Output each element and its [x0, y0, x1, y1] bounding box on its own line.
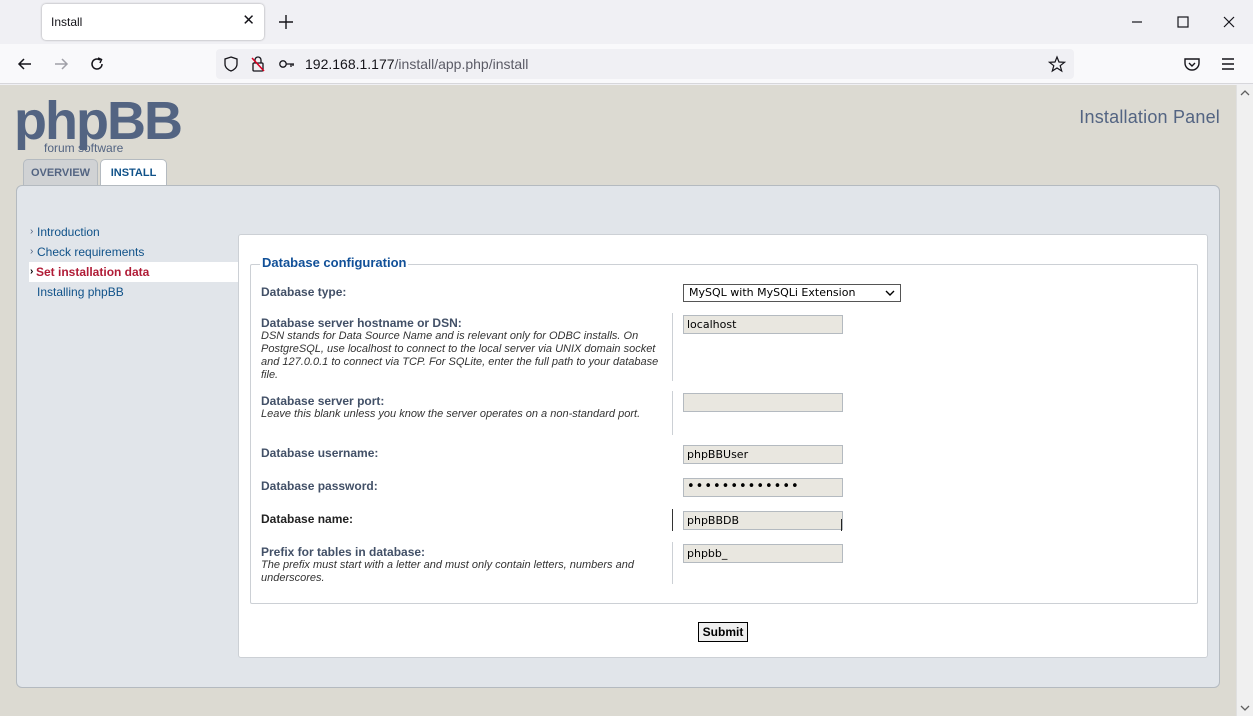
url-host: 192.168.1.177: [305, 56, 395, 72]
scroll-up-icon[interactable]: [1240, 88, 1250, 98]
db-prefix-field-label: Prefix for tables in database: The prefi…: [261, 545, 671, 585]
column-divider: [672, 542, 673, 584]
fieldset-legend: Database configuration: [260, 255, 409, 270]
db-type-label-text: Database type:: [261, 285, 347, 299]
db-user-label: Database username:: [261, 446, 379, 460]
logo-subtext: forum software: [44, 141, 124, 153]
db-password-label: Database password:: [261, 479, 378, 493]
plus-icon[interactable]: [278, 14, 294, 30]
main-panel: › Introduction › Check requirements › Se…: [16, 185, 1220, 688]
menu-item-label: Introduction: [37, 225, 100, 239]
db-name-value: phpBBDB: [687, 514, 740, 527]
content-panel: Database configuration Database type: My…: [238, 234, 1208, 658]
menu-icon[interactable]: [1218, 54, 1238, 74]
db-type-select[interactable]: MySQL with MySQLi Extension: [683, 284, 901, 302]
db-host-description: DSN stands for Data Source Name and is r…: [261, 330, 659, 381]
back-icon[interactable]: [15, 54, 35, 74]
db-host-input[interactable]: localhost: [683, 315, 843, 334]
phpbb-logo[interactable]: phpBB forum software: [14, 91, 184, 153]
reload-icon[interactable]: [87, 54, 107, 74]
browser-tabstrip: Install ✕: [0, 0, 1253, 44]
column-divider: [672, 391, 673, 435]
db-password-field-label: Database password:: [261, 479, 378, 493]
column-divider: [672, 509, 673, 531]
scroll-down-icon[interactable]: [1240, 703, 1250, 713]
url-path: /install/app.php/install: [394, 56, 529, 72]
browser-navbar: 192.168.1.177/install/app.php/install: [0, 44, 1253, 84]
arrow-icon: ›: [30, 226, 34, 237]
column-divider: [672, 313, 673, 381]
db-port-description: Leave this blank unless you know the ser…: [261, 408, 641, 420]
db-type-label: Database type:: [261, 285, 346, 299]
menu-item-introduction[interactable]: › Introduction: [29, 222, 245, 242]
db-name-input[interactable]: phpBBDB: [683, 511, 843, 530]
pocket-icon[interactable]: [1182, 54, 1202, 74]
db-user-field-label: Database username:: [261, 446, 378, 460]
star-icon[interactable]: [1048, 55, 1066, 73]
text-cursor: [841, 519, 842, 531]
menu-item-label: Installing phpBB: [37, 285, 124, 299]
arrow-icon: ›: [30, 266, 34, 277]
database-config-fieldset: Database configuration Database type: My…: [250, 255, 1198, 604]
minimize-icon[interactable]: [1127, 12, 1147, 32]
tab-title: Install: [51, 15, 83, 29]
db-port-field-label: Database server port: Leave this blank u…: [261, 394, 671, 421]
db-password-input[interactable]: •••••••••••••: [683, 478, 843, 497]
db-prefix-description: The prefix must start with a letter and …: [261, 559, 634, 584]
db-prefix-input[interactable]: phpbb_: [683, 544, 843, 563]
page-scrollbar[interactable]: [1236, 85, 1253, 716]
db-name-field-label: Database name:: [261, 512, 353, 526]
db-port-input[interactable]: [683, 393, 843, 412]
db-type-value: MySQL with MySQLi Extension: [689, 286, 856, 299]
menu-item-label: Check requirements: [37, 245, 145, 259]
db-name-label: Database name:: [261, 512, 354, 526]
db-port-label: Database server port:: [261, 394, 385, 408]
menu-item-label: Set installation data: [36, 265, 150, 279]
permissions-icon[interactable]: [249, 55, 267, 73]
url-text[interactable]: 192.168.1.177/install/app.php/install: [305, 56, 528, 74]
maximize-icon[interactable]: [1173, 12, 1193, 32]
db-host-field-label: Database server hostname or DSN: DSN sta…: [261, 316, 671, 382]
db-prefix-label: Prefix for tables in database:: [261, 545, 426, 559]
db-username-input[interactable]: phpBBUser: [683, 445, 843, 464]
close-window-icon[interactable]: [1219, 12, 1239, 32]
key-icon[interactable]: [277, 55, 295, 73]
url-bar[interactable]: 192.168.1.177/install/app.php/install: [216, 49, 1074, 79]
menu-item-installing-phpbb: Installing phpBB: [29, 282, 245, 302]
db-host-label: Database server hostname or DSN:: [261, 316, 462, 330]
tab-overview[interactable]: OVERVIEW: [23, 159, 98, 186]
page-content: phpBB forum software Installation Panel …: [0, 85, 1236, 716]
tab-install[interactable]: INSTALL: [100, 159, 167, 187]
menu-item-check-requirements[interactable]: › Check requirements: [29, 242, 245, 262]
sidebar-menu: › Introduction › Check requirements › Se…: [29, 222, 245, 302]
shield-icon[interactable]: [222, 55, 240, 73]
menu-item-set-installation-data[interactable]: › Set installation data: [29, 262, 245, 282]
arrow-icon: ›: [30, 246, 34, 257]
browser-tab[interactable]: Install ✕: [42, 4, 264, 40]
panel-title: Installation Panel: [1079, 107, 1220, 127]
close-icon[interactable]: ✕: [242, 12, 255, 30]
chevron-down-icon: [885, 290, 895, 296]
forward-icon[interactable]: [51, 54, 71, 74]
submit-button[interactable]: Submit: [698, 622, 748, 642]
